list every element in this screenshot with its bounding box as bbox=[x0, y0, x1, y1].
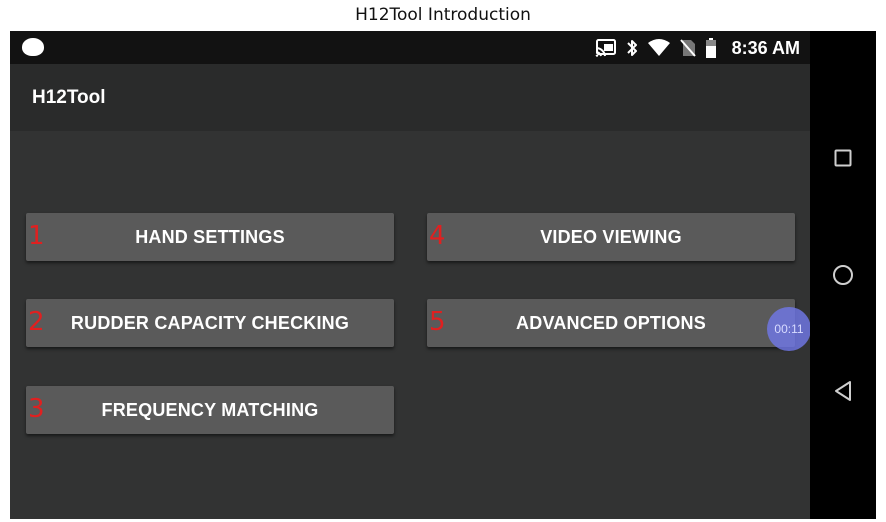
recents-button[interactable] bbox=[828, 143, 858, 173]
hand-settings-button[interactable]: HAND SETTINGS 1 bbox=[26, 213, 394, 261]
frequency-matching-button[interactable]: FREQUENCY MATCHING 3 bbox=[26, 386, 394, 434]
bluetooth-icon bbox=[626, 40, 637, 56]
button-label: FREQUENCY MATCHING bbox=[101, 399, 319, 420]
no-sim-icon bbox=[679, 39, 696, 57]
navigation-bar bbox=[810, 31, 876, 519]
number-annotation: 4 bbox=[429, 221, 446, 251]
app-title: H12Tool bbox=[32, 87, 106, 108]
device-screen: 8:36 AM H12Tool HAND SETTINGS 1 RUDDER C… bbox=[10, 31, 876, 519]
status-clock: 8:36 AM bbox=[731, 37, 800, 58]
recording-timer-bubble[interactable]: 00:11 bbox=[767, 307, 811, 351]
advanced-options-button[interactable]: ADVANCED OPTIONS 5 bbox=[427, 299, 795, 347]
recents-icon bbox=[834, 149, 852, 167]
notification-icon bbox=[22, 38, 44, 56]
document-title: H12Tool Introduction bbox=[355, 5, 531, 25]
number-annotation: 1 bbox=[28, 221, 45, 251]
home-button[interactable] bbox=[828, 260, 858, 290]
button-label: RUDDER CAPACITY CHECKING bbox=[70, 312, 350, 333]
status-icons: 8:36 AM bbox=[595, 36, 800, 60]
status-bar: 8:36 AM bbox=[10, 31, 810, 64]
back-button[interactable] bbox=[828, 376, 858, 406]
video-viewing-button[interactable]: VIDEO VIEWING 4 bbox=[427, 213, 795, 261]
number-annotation: 2 bbox=[28, 307, 45, 337]
button-label: VIDEO VIEWING bbox=[540, 226, 682, 247]
rudder-capacity-checking-button[interactable]: RUDDER CAPACITY CHECKING 2 bbox=[26, 299, 394, 347]
main-content: HAND SETTINGS 1 RUDDER CAPACITY CHECKING… bbox=[10, 131, 810, 519]
cast-icon bbox=[595, 39, 616, 57]
app-bar: H12Tool bbox=[10, 64, 810, 131]
battery-icon bbox=[705, 38, 716, 58]
number-annotation: 5 bbox=[429, 307, 446, 337]
home-icon bbox=[833, 265, 853, 285]
number-annotation: 3 bbox=[28, 394, 45, 424]
button-label: ADVANCED OPTIONS bbox=[516, 312, 706, 333]
button-label: HAND SETTINGS bbox=[135, 226, 285, 247]
back-icon bbox=[835, 381, 851, 401]
wifi-icon bbox=[647, 39, 670, 56]
